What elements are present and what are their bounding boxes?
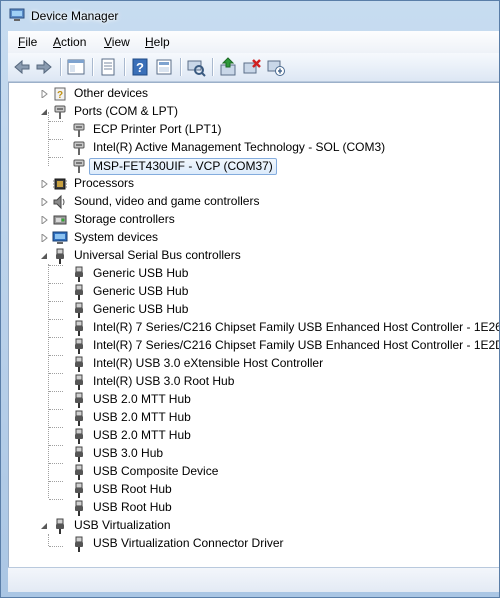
port-icon [73,123,85,138]
tree-label: USB 2.0 MTT Hub [93,392,191,406]
usb-icon [74,302,84,318]
tree-label: System devices [74,230,159,244]
usb-icon [74,428,84,444]
port-icon [73,141,85,156]
window-title: Device Manager [31,9,119,23]
device-manager-window: Device Manager File Action View Help ? ?… [0,0,500,598]
unknown-device-icon: ? [54,87,66,101]
chevron-right-icon[interactable] [41,90,49,98]
scan-hardware-icon[interactable] [186,57,206,77]
tree-label: USB 3.0 Hub [93,446,164,460]
device-tree[interactable]: ? Other devices Ports (COM & LPT) ECP Pr… [8,82,499,567]
device-manager-app-icon [9,8,25,21]
toolbar: ? [8,53,499,82]
usb-icon [74,536,84,552]
menu-bar: File Action View Help [8,31,499,54]
usb-icon [74,266,84,282]
port-icon [54,105,66,120]
status-bar [8,567,499,592]
properties-icon[interactable] [98,57,118,77]
tree-label: Intel(R) USB 3.0 Root Hub [93,374,235,388]
speaker-icon [53,194,65,210]
computer-monitor-icon [52,231,68,244]
expanded-triangle-icon[interactable] [40,252,48,260]
usb-icon [74,410,84,426]
usb-icon [74,392,84,408]
menu-view[interactable]: View [104,35,130,49]
tree-label: Intel(R) USB 3.0 eXtensible Host Control… [93,356,324,370]
uninstall-icon[interactable] [242,57,262,77]
tree-label: USB Virtualization [74,518,171,532]
usb-icon [74,320,84,336]
tree-label: Ports (COM & LPT) [74,104,179,118]
menu-help[interactable]: Help [145,35,170,49]
forward-arrow-icon[interactable] [34,57,54,77]
usb-icon [74,374,84,390]
help-icon[interactable]: ? [130,57,150,77]
tree-label: Universal Serial Bus controllers [74,248,241,262]
port-icon [73,159,85,174]
expanded-triangle-icon[interactable] [40,522,48,530]
tree-label: Processors [74,176,135,190]
usb-icon [74,464,84,480]
storage-controller-icon [53,215,67,225]
properties-sheet-icon[interactable] [154,57,174,77]
tree-label: Intel(R) 7 Series/C216 Chipset Family US… [93,320,499,334]
tree-label: Generic USB Hub [93,284,189,298]
tree-label: USB Root Hub [93,500,172,514]
chevron-right-icon[interactable] [41,198,49,206]
usb-icon [74,284,84,300]
tree-label: Storage controllers [74,212,175,226]
usb-icon [74,338,84,354]
usb-icon [74,356,84,372]
usb-icon [55,518,65,534]
tree-label: Intel(R) 7 Series/C216 Chipset Family US… [93,338,499,352]
tree-label: USB Composite Device [93,464,219,478]
tree-label: Other devices [74,86,149,100]
chevron-right-icon[interactable] [41,180,49,188]
tree-label: USB Root Hub [93,482,172,496]
expanded-triangle-icon[interactable] [40,108,48,116]
menu-action[interactable]: Action [53,35,86,49]
update-driver-icon[interactable] [218,57,238,77]
tree-label: USB Virtualization Connector Driver [93,536,284,550]
menu-file[interactable]: File [18,35,37,49]
svg-text:?: ? [57,90,63,101]
tree-label: Generic USB Hub [93,266,189,280]
tree-label: ECP Printer Port (LPT1) [93,122,222,136]
back-arrow-icon[interactable] [12,57,32,77]
tree-label: Intel(R) Active Management Technology - … [93,140,386,154]
usb-icon [74,500,84,516]
usb-icon [74,446,84,462]
show-hide-console-tree-icon[interactable] [66,57,86,77]
processor-icon [53,178,67,190]
title-bar[interactable]: Device Manager [1,1,499,31]
tree-label: USB 2.0 MTT Hub [93,410,191,424]
tree-label: USB 2.0 MTT Hub [93,428,191,442]
usb-icon [55,248,65,264]
tree-label-selected: MSP-FET430UIF - VCP (COM37) [89,158,277,175]
disable-device-icon[interactable] [266,57,286,77]
chevron-right-icon[interactable] [41,216,49,224]
tree-label: Sound, video and game controllers [74,194,260,208]
svg-text:?: ? [136,60,144,75]
tree-label: Generic USB Hub [93,302,189,316]
chevron-right-icon[interactable] [41,234,49,242]
usb-icon [74,482,84,498]
